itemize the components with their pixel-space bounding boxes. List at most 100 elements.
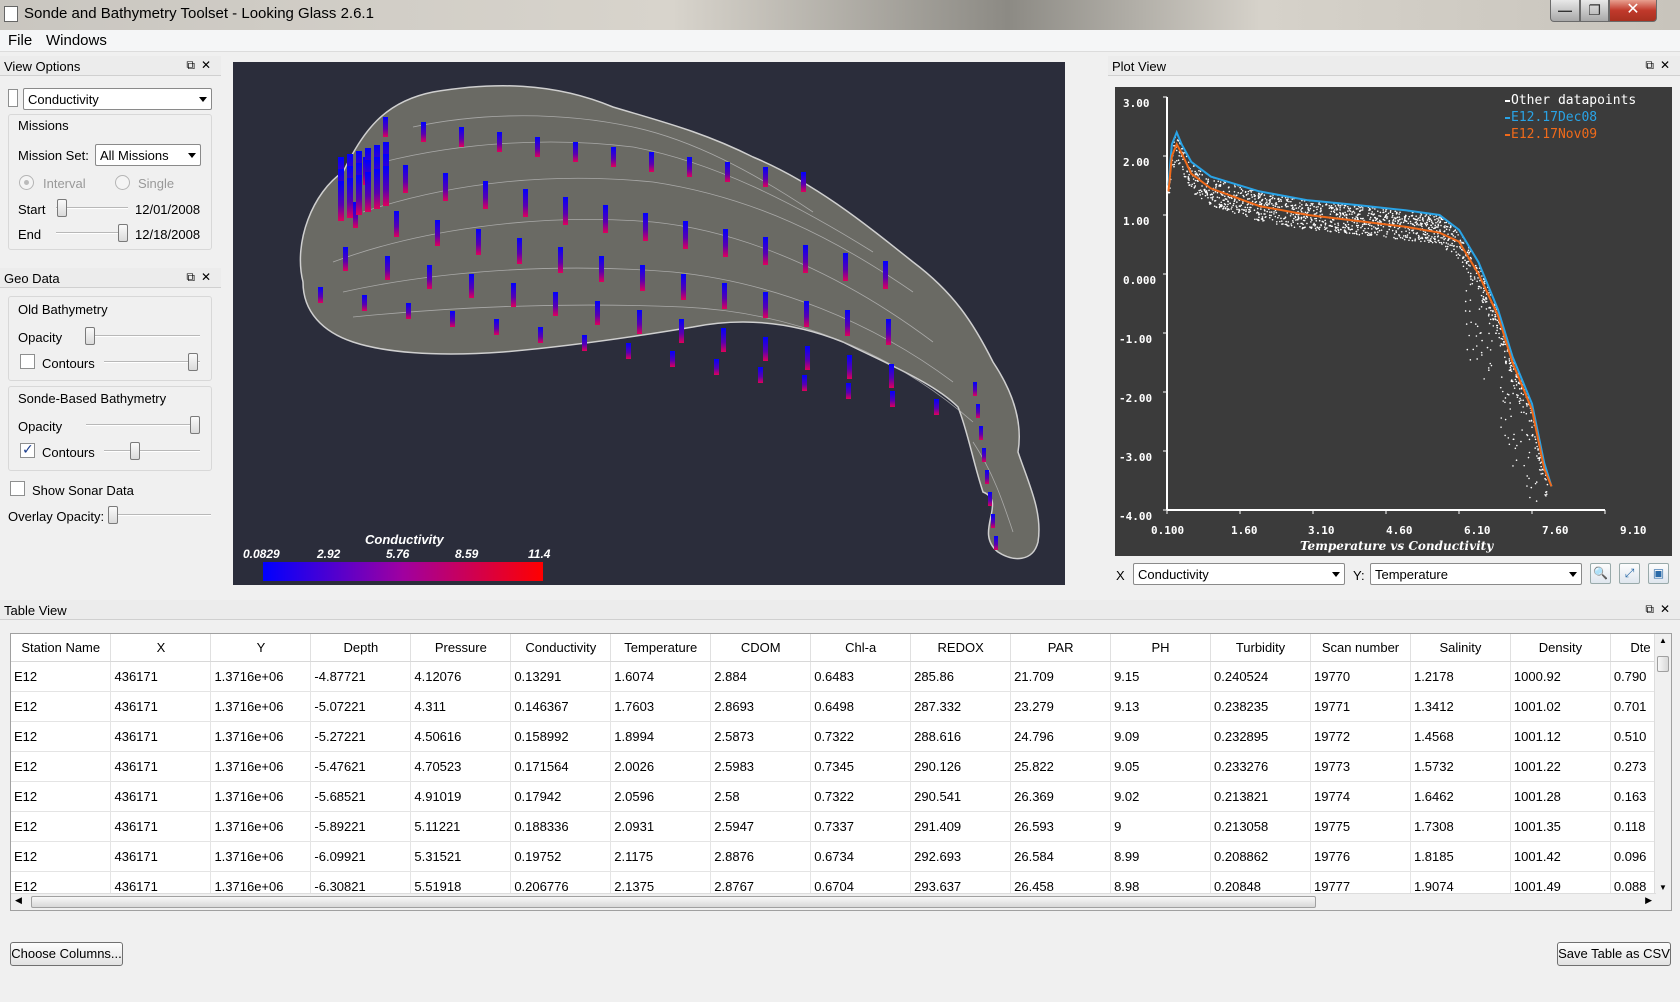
- table-cell[interactable]: 0.7322: [810, 721, 912, 752]
- table-row[interactable]: E12 436171 1.3716e+06 -5.68521 4.91019 0.1794…: [11, 781, 1671, 812]
- table-cell[interactable]: 287.332: [910, 691, 1012, 722]
- single-radio[interactable]: [115, 175, 130, 190]
- table-cell[interactable]: 1001.02: [1510, 691, 1611, 722]
- interval-radio[interactable]: [19, 175, 34, 190]
- table-cell[interactable]: 436171: [110, 811, 212, 842]
- table-cell[interactable]: 2.0596: [610, 781, 712, 812]
- table-cell[interactable]: E12: [11, 751, 112, 782]
- column-header[interactable]: Turbidity: [1210, 634, 1311, 662]
- table-cell[interactable]: 23.279: [1010, 691, 1112, 722]
- table-cell[interactable]: 0.13291: [510, 661, 612, 692]
- table-cell[interactable]: 1.8185: [1410, 841, 1511, 872]
- table-cell[interactable]: 1.6462: [1410, 781, 1511, 812]
- table-cell[interactable]: 2.8876: [710, 841, 812, 872]
- column-header[interactable]: Station Name: [11, 634, 112, 662]
- table-cell[interactable]: 19772: [1310, 721, 1411, 752]
- table-cell[interactable]: 0.238235: [1210, 691, 1311, 722]
- table-cell[interactable]: E12: [11, 841, 112, 872]
- table-cell[interactable]: 1.3716e+06: [210, 841, 312, 872]
- table-cell[interactable]: -5.27221: [310, 721, 412, 752]
- table-cell[interactable]: 4.12076: [410, 661, 512, 692]
- table-cell[interactable]: 0.158992: [510, 721, 612, 752]
- table-cell[interactable]: 0.6483: [810, 661, 912, 692]
- dock-float-close-icons[interactable]: ⧉✕: [186, 270, 217, 285]
- scroll-right-icon[interactable]: ▶: [1645, 895, 1652, 906]
- table-cell[interactable]: 2.8693: [710, 691, 812, 722]
- table-cell[interactable]: 4.311: [410, 691, 512, 722]
- table-cell[interactable]: 436171: [110, 781, 212, 812]
- x-variable-select[interactable]: Conductivity: [1133, 563, 1345, 585]
- table-cell[interactable]: 1.5732: [1410, 751, 1511, 782]
- bathymetry-3d-view[interactable]: Conductivity 0.0829 2.92 5.76 8.59 11.4: [233, 62, 1065, 585]
- horizontal-scroll-thumb[interactable]: [31, 896, 1316, 908]
- table-cell[interactable]: 0.233276: [1210, 751, 1311, 782]
- table-cell[interactable]: 19771: [1310, 691, 1411, 722]
- table-cell[interactable]: 9: [1110, 811, 1212, 842]
- table-cell[interactable]: 2.1175: [610, 841, 712, 872]
- table-cell[interactable]: 0.6734: [810, 841, 912, 872]
- table-cell[interactable]: 285.86: [910, 661, 1012, 692]
- table-cell[interactable]: 9.09: [1110, 721, 1212, 752]
- choose-columns-button[interactable]: Choose Columns...: [10, 942, 123, 966]
- old-contours-checkbox[interactable]: [20, 354, 35, 369]
- table-cell[interactable]: 1.7603: [610, 691, 712, 722]
- table-cell[interactable]: 1.3716e+06: [210, 691, 312, 722]
- table-cell[interactable]: 1001.42: [1510, 841, 1611, 872]
- table-cell[interactable]: 436171: [110, 721, 212, 752]
- table-cell[interactable]: 9.02: [1110, 781, 1212, 812]
- scatter-plot[interactable]: Other datapoints E12.17Dec08 E12.17Nov09…: [1115, 87, 1672, 556]
- table-cell[interactable]: 0.188336: [510, 811, 612, 842]
- table-cell[interactable]: 9.13: [1110, 691, 1212, 722]
- table-cell[interactable]: 436171: [110, 841, 212, 872]
- table-cell[interactable]: 1.3716e+06: [210, 781, 312, 812]
- table-cell[interactable]: 0.171564: [510, 751, 612, 782]
- table-cell[interactable]: 290.541: [910, 781, 1012, 812]
- table-cell[interactable]: 0.146367: [510, 691, 612, 722]
- dock-float-close-icons[interactable]: ⧉✕: [1645, 58, 1676, 73]
- table-cell[interactable]: 4.50616: [410, 721, 512, 752]
- table-row[interactable]: E12 436171 1.3716e+06 -5.47621 4.70523 0.1715…: [11, 751, 1671, 782]
- column-header[interactable]: Density: [1510, 634, 1611, 662]
- start-slider-handle[interactable]: [57, 199, 67, 217]
- table-row[interactable]: E12 436171 1.3716e+06 -5.07221 4.311 0.146367…: [11, 691, 1671, 722]
- table-cell[interactable]: 0.232895: [1210, 721, 1311, 752]
- table-cell[interactable]: E12: [11, 691, 112, 722]
- old-opacity-slider-track[interactable]: [86, 335, 200, 337]
- column-header[interactable]: Pressure: [410, 634, 512, 662]
- table-cell[interactable]: -5.47621: [310, 751, 412, 782]
- table-cell[interactable]: 2.5947: [710, 811, 812, 842]
- column-header[interactable]: Y: [210, 634, 312, 662]
- table-cell[interactable]: 0.213821: [1210, 781, 1311, 812]
- old-contours-slider-handle[interactable]: [188, 353, 198, 371]
- column-header[interactable]: Salinity: [1410, 634, 1511, 662]
- save-csv-button[interactable]: Save Table as CSV: [1557, 942, 1671, 966]
- scroll-up-icon[interactable]: ▲: [1659, 636, 1667, 645]
- table-cell[interactable]: E12: [11, 781, 112, 812]
- end-slider-handle[interactable]: [118, 224, 128, 242]
- scroll-left-icon[interactable]: ◀: [15, 895, 22, 906]
- zoom-icon[interactable]: 🔍: [1590, 563, 1611, 584]
- table-cell[interactable]: 4.91019: [410, 781, 512, 812]
- table-cell[interactable]: 2.58: [710, 781, 812, 812]
- table-cell[interactable]: 4.70523: [410, 751, 512, 782]
- table-cell[interactable]: 1.2178: [1410, 661, 1511, 692]
- table-cell[interactable]: 1.8994: [610, 721, 712, 752]
- table-cell[interactable]: 1.3716e+06: [210, 811, 312, 842]
- column-header[interactable]: Conductivity: [510, 634, 612, 662]
- y-variable-select[interactable]: Temperature: [1370, 563, 1582, 585]
- vertical-scrollbar[interactable]: ▲ ▼: [1654, 634, 1671, 910]
- maximize-button[interactable]: ❐: [1580, 0, 1609, 22]
- table-cell[interactable]: 1.4568: [1410, 721, 1511, 752]
- fit-view-icon[interactable]: ⤢: [1619, 563, 1640, 584]
- old-contours-slider-track[interactable]: [104, 361, 200, 363]
- table-cell[interactable]: 0.213058: [1210, 811, 1311, 842]
- table-cell[interactable]: 9.15: [1110, 661, 1212, 692]
- table-cell[interactable]: 1.3716e+06: [210, 721, 312, 752]
- vertical-scroll-thumb[interactable]: [1657, 656, 1669, 672]
- variable-toggle-icon[interactable]: [8, 89, 18, 107]
- table-cell[interactable]: 0.19752: [510, 841, 612, 872]
- table-row[interactable]: E12 436171 1.3716e+06 -6.09921 5.31521 0.1975…: [11, 841, 1671, 872]
- dock-float-close-icons[interactable]: ⧉✕: [1645, 602, 1676, 617]
- table-cell[interactable]: 0.208862: [1210, 841, 1311, 872]
- table-cell[interactable]: -5.07221: [310, 691, 412, 722]
